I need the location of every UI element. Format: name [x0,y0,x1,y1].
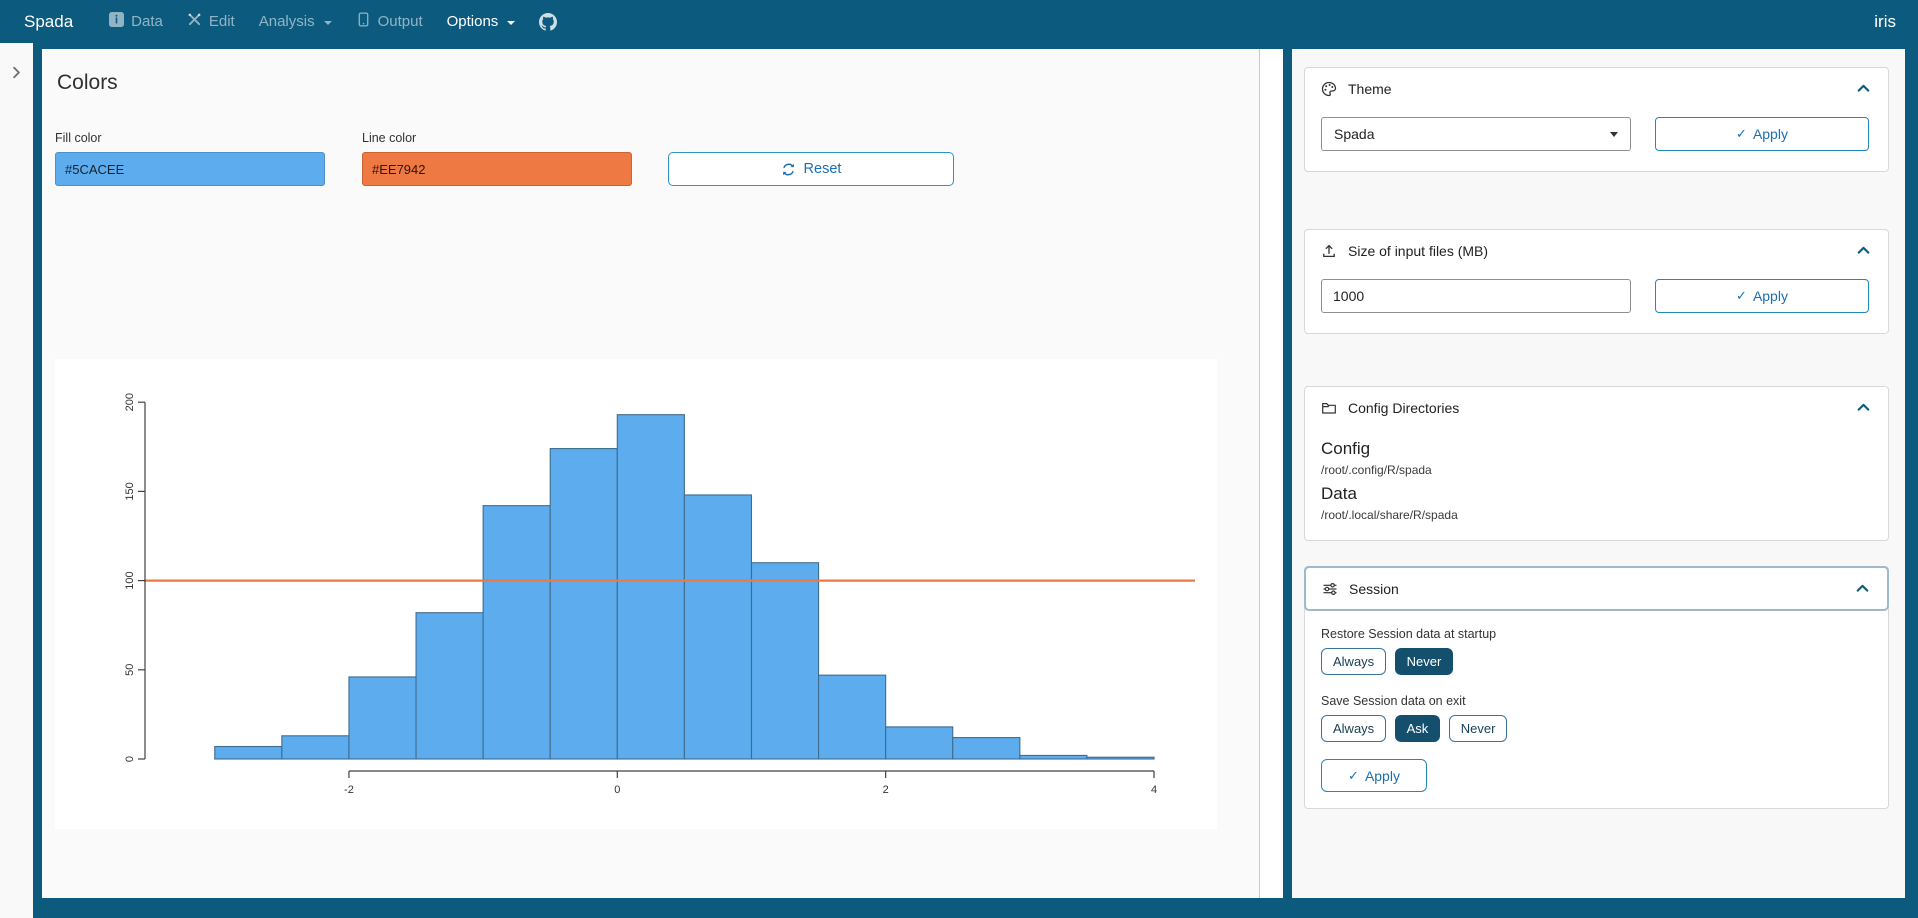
chevron-up-icon[interactable] [1855,399,1872,416]
nav-item-output[interactable]: Output [356,12,423,31]
file-size-apply-button[interactable]: ✓ Apply [1655,279,1869,313]
config-dirs-panel: Config Directories Config /root/.config/… [1304,386,1889,541]
restore-session-toggle-group: Always Never [1321,648,1872,675]
session-apply-button[interactable]: ✓ Apply [1321,759,1427,792]
nav-item-label: Analysis [259,13,315,30]
chevron-down-icon [1610,132,1618,137]
file-size-panel-body: ✓ Apply [1305,271,1888,333]
tablet-icon [356,12,371,31]
github-icon[interactable] [539,13,557,31]
theme-select[interactable]: Spada [1321,117,1631,151]
chevron-down-icon [507,21,515,25]
palette-icon [1321,81,1337,97]
page-title: Colors [57,71,1283,95]
left-gutter [0,43,33,918]
restore-always-button[interactable]: Always [1321,648,1386,675]
navbar: Spada Data Edit Analysis Output Options … [0,0,1918,43]
file-size-panel: Size of input files (MB) ✓ Apply [1304,229,1889,334]
svg-text:150: 150 [124,482,136,500]
app-brand[interactable]: Spada [24,12,73,32]
data-dir-path: /root/.local/share/R/spada [1321,508,1872,522]
line-color-label: Line color [362,131,632,145]
chevron-up-icon[interactable] [1855,242,1872,259]
page-content: Colors Fill color Line color Reset [0,43,1918,918]
chevron-down-icon [324,21,332,25]
nav-item-label: Edit [209,13,235,30]
svg-text:2: 2 [883,784,889,796]
theme-apply-label: Apply [1753,126,1788,142]
save-session-label: Save Session data on exit [1321,694,1872,708]
panel-divider [1283,49,1292,898]
theme-panel-body: Spada ✓ Apply [1305,109,1888,171]
save-always-button[interactable]: Always [1321,715,1386,742]
nav-item-label: Options [447,13,499,30]
session-panel-header[interactable]: Session [1304,566,1889,611]
content-frame: Colors Fill color Line color Reset [33,43,1918,918]
config-dirs-panel-body: Config /root/.config/R/spada Data /root/… [1305,428,1888,540]
config-dir-name: Config [1321,439,1872,459]
file-size-input[interactable] [1321,279,1631,313]
check-icon: ✓ [1736,126,1747,142]
chevron-up-icon[interactable] [1855,80,1872,97]
session-apply-label: Apply [1365,768,1400,784]
svg-text:-2: -2 [344,784,354,796]
theme-panel: Theme Spada ✓ Apply [1304,67,1889,172]
save-session-toggle-group: Always Ask Never [1321,715,1872,742]
nav-item-options[interactable]: Options [447,13,516,30]
file-size-apply-label: Apply [1753,288,1788,304]
sidebar-expand-toggle[interactable] [7,63,26,82]
config-dirs-panel-header[interactable]: Config Directories [1305,387,1888,428]
color-controls: Fill color Line color Reset [55,131,1283,186]
sliders-icon [1322,581,1338,597]
nav-item-label: Data [131,13,163,30]
restore-never-button[interactable]: Never [1395,648,1454,675]
check-icon: ✓ [1348,768,1359,784]
config-dir-path: /root/.config/R/spada [1321,463,1872,477]
restore-session-label: Restore Session data at startup [1321,627,1872,641]
fill-color-label: Fill color [55,131,325,145]
histogram-plot: 0 50 100 150 200 -2 0 2 4 [55,359,1217,829]
data-dir-name: Data [1321,484,1872,504]
fill-color-group: Fill color [55,131,325,186]
reset-label: Reset [804,161,842,177]
histogram-svg: 0 50 100 150 200 -2 0 2 4 [55,359,1217,829]
svg-text:0: 0 [124,756,136,762]
theme-apply-button[interactable]: ✓ Apply [1655,117,1869,151]
svg-text:4: 4 [1151,784,1157,796]
info-square-icon [109,12,124,31]
fill-color-input[interactable] [55,152,325,186]
nav-item-label: Output [378,13,423,30]
theme-panel-header[interactable]: Theme [1305,68,1888,109]
main-scrollbar-track[interactable] [1259,49,1283,898]
nav-item-data[interactable]: Data [109,12,163,31]
reset-button[interactable]: Reset [668,152,954,186]
line-color-group: Line color [362,131,632,186]
main-panel: Colors Fill color Line color Reset [42,49,1283,898]
tools-icon [187,12,202,31]
chevron-up-icon[interactable] [1854,580,1871,597]
svg-text:100: 100 [124,571,136,589]
refresh-icon [781,162,796,177]
options-sidebar: Theme Spada ✓ Apply [1292,49,1905,898]
session-panel-title: Session [1349,581,1399,597]
session-panel-body: Restore Session data at startup Always N… [1305,611,1888,808]
svg-text:50: 50 [124,664,136,676]
active-dataset-label: iris [1874,12,1896,32]
theme-panel-title: Theme [1348,81,1392,97]
save-ask-button[interactable]: Ask [1395,715,1441,742]
svg-text:0: 0 [614,784,620,796]
check-icon: ✓ [1736,288,1747,304]
svg-text:200: 200 [124,393,136,411]
nav-item-analysis[interactable]: Analysis [259,13,332,30]
line-color-input[interactable] [362,152,632,186]
file-size-panel-header[interactable]: Size of input files (MB) [1305,230,1888,271]
folder-icon [1321,400,1337,416]
config-dirs-panel-title: Config Directories [1348,400,1459,416]
upload-icon [1321,243,1337,259]
save-never-button[interactable]: Never [1449,715,1508,742]
nav-item-edit[interactable]: Edit [187,12,235,31]
file-size-panel-title: Size of input files (MB) [1348,243,1488,259]
session-panel: Session Restore Session data at startup … [1304,566,1889,809]
theme-select-value: Spada [1334,126,1374,142]
